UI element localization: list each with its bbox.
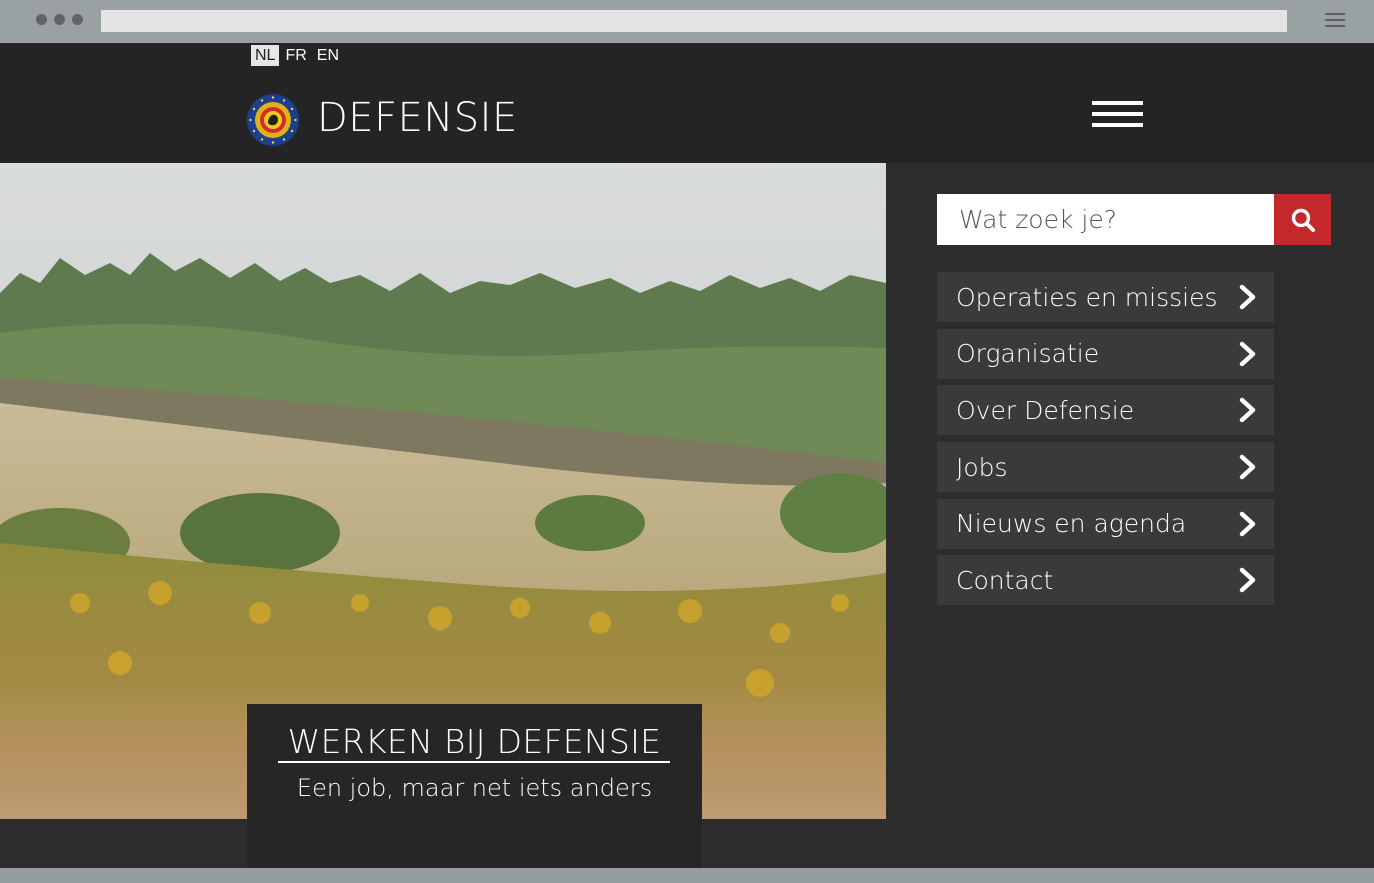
window-dot[interactable] bbox=[36, 14, 47, 25]
main-content: Operaties en missies Organisatie Over De… bbox=[0, 163, 1374, 868]
search-icon bbox=[1291, 208, 1315, 232]
chevron-right-icon bbox=[1239, 284, 1256, 310]
browser-chrome bbox=[0, 0, 1374, 43]
search-field bbox=[937, 194, 1274, 245]
hamburger-icon[interactable] bbox=[1092, 101, 1143, 131]
nav-item-contact[interactable]: Contact bbox=[937, 555, 1274, 606]
chevron-right-icon bbox=[1239, 568, 1256, 593]
nav-item-nieuws[interactable]: Nieuws en agenda bbox=[937, 498, 1274, 549]
lang-fr[interactable]: FR bbox=[281, 45, 310, 66]
nav-item-label: Nieuws en agenda bbox=[956, 509, 1187, 539]
hero-caption[interactable]: WERKEN BIJ DEFENSIE Een job, maar net ie… bbox=[247, 704, 702, 868]
nav-item-label: Jobs bbox=[956, 452, 1008, 482]
address-bar[interactable] bbox=[101, 10, 1287, 32]
nav-item-label: Over Defensie bbox=[956, 395, 1135, 425]
bottom-frame bbox=[0, 868, 1374, 883]
search-input[interactable] bbox=[937, 194, 1274, 245]
chevron-right-icon bbox=[1239, 398, 1256, 423]
nav-item-label: Organisatie bbox=[956, 339, 1100, 369]
chevron-right-icon bbox=[1239, 341, 1256, 366]
search-button[interactable] bbox=[1274, 194, 1331, 245]
hero-subtitle: Een job, maar net iets anders bbox=[296, 774, 653, 802]
nav-item-over-defensie[interactable]: Over Defensie bbox=[937, 385, 1274, 436]
main-nav: Operaties en missies Organisatie Over De… bbox=[937, 272, 1274, 612]
window-dot[interactable] bbox=[72, 14, 83, 25]
window-controls bbox=[36, 14, 83, 25]
nav-item-label: Operaties en missies bbox=[956, 282, 1218, 312]
nav-item-operaties[interactable]: Operaties en missies bbox=[937, 272, 1274, 322]
caption-divider bbox=[278, 761, 670, 763]
lang-en[interactable]: EN bbox=[313, 45, 343, 66]
site-header: NL FR EN DEFENSIE bbox=[0, 43, 1374, 163]
nav-item-organisatie[interactable]: Organisatie bbox=[937, 328, 1274, 379]
window-dot[interactable] bbox=[54, 14, 65, 25]
language-switcher: NL FR EN bbox=[251, 45, 345, 66]
chevron-right-icon bbox=[1239, 454, 1256, 480]
site-brand[interactable]: DEFENSIE bbox=[317, 95, 518, 141]
defensie-logo[interactable] bbox=[246, 93, 300, 147]
hero-title: WERKEN BIJ DEFENSIE bbox=[287, 722, 662, 761]
sidebar: Operaties en missies Organisatie Over De… bbox=[886, 163, 1374, 868]
nav-item-jobs[interactable]: Jobs bbox=[937, 442, 1274, 493]
chevron-right-icon bbox=[1239, 511, 1256, 536]
nav-item-label: Contact bbox=[956, 565, 1054, 595]
browser-menu-icon[interactable] bbox=[1325, 13, 1345, 29]
lang-nl[interactable]: NL bbox=[251, 45, 280, 66]
